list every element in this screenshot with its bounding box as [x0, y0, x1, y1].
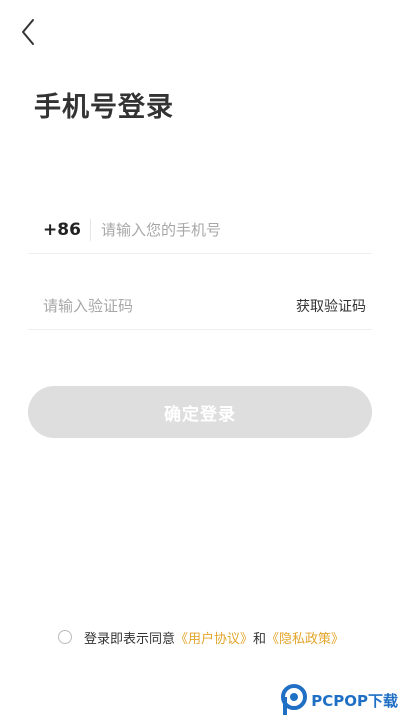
watermark: PCPOP下载	[281, 684, 398, 716]
user-agreement-link[interactable]: 《用户协议》	[175, 628, 253, 647]
country-code[interactable]: +86	[28, 220, 86, 240]
phone-row: +86	[28, 206, 372, 254]
agreement-and: 和	[253, 631, 267, 647]
privacy-policy-link[interactable]: 《隐私政策》	[266, 628, 344, 647]
page-title: 手机号登录	[34, 92, 174, 123]
code-row: 获取验证码	[28, 282, 372, 330]
country-code-divider	[90, 218, 91, 241]
agreement-radio[interactable]	[58, 630, 72, 644]
back-button[interactable]	[14, 16, 42, 48]
login-page: 手机号登录 +86 获取验证码 确定登录 登录即表示同意 《用户协议》 和 《隐…	[0, 0, 400, 720]
pcpop-logo-icon	[281, 684, 308, 715]
phone-input[interactable]	[101, 209, 372, 250]
chevron-left-icon	[22, 19, 34, 45]
verification-code-input[interactable]	[28, 285, 296, 326]
agreement-prefix: 登录即表示同意	[84, 631, 176, 647]
agreement-row: 登录即表示同意 《用户协议》 和 《隐私政策》	[58, 626, 344, 648]
watermark-text: PCPOP下载	[311, 691, 398, 710]
confirm-login-button[interactable]: 确定登录	[28, 386, 372, 438]
get-code-button[interactable]: 获取验证码	[296, 296, 372, 316]
